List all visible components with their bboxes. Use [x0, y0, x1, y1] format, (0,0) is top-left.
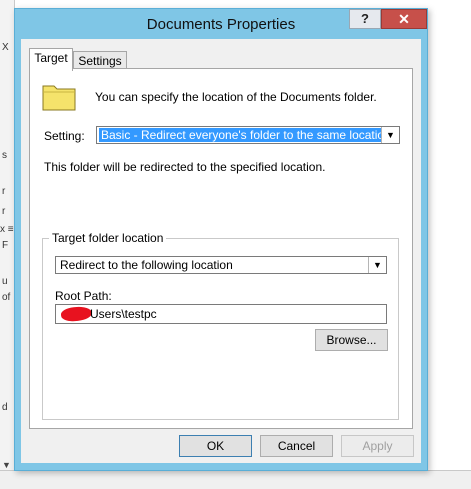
- cancel-button[interactable]: Cancel: [260, 435, 333, 457]
- tab-target[interactable]: Target: [29, 48, 73, 71]
- background-fragment: u: [2, 276, 8, 287]
- setting-label: Setting:: [44, 129, 85, 143]
- background-fragment: r: [2, 206, 6, 217]
- background-fragment: X: [2, 42, 9, 53]
- background-fragment: of: [2, 292, 11, 303]
- documents-properties-dialog: Documents Properties ? ✕ Target Settings…: [14, 8, 428, 471]
- root-path-label: Root Path:: [55, 289, 112, 303]
- help-button[interactable]: ?: [349, 9, 381, 29]
- apply-button[interactable]: Apply: [341, 435, 414, 457]
- target-tab-panel: You can specify the location of the Docu…: [29, 68, 413, 429]
- setting-dropdown[interactable]: Basic - Redirect everyone's folder to th…: [96, 126, 400, 144]
- group-title: Target folder location: [49, 231, 167, 245]
- root-path-value: Users\testpc: [90, 307, 157, 321]
- root-path-input[interactable]: Users\testpc: [55, 304, 387, 324]
- location-selected-value: Redirect to the following location: [60, 258, 233, 272]
- ok-button[interactable]: OK: [179, 435, 252, 457]
- background-fragment: s: [2, 150, 7, 161]
- background-window-bottom: [0, 470, 471, 489]
- location-dropdown[interactable]: Redirect to the following location ▼: [55, 256, 387, 274]
- background-fragment: x ≡: [0, 224, 14, 235]
- close-button[interactable]: ✕: [381, 9, 427, 29]
- browse-button[interactable]: Browse...: [315, 329, 388, 351]
- intro-text: You can specify the location of the Docu…: [95, 90, 377, 104]
- background-fragment: r: [2, 186, 6, 197]
- title-bar[interactable]: Documents Properties ? ✕: [15, 9, 427, 37]
- chevron-down-icon[interactable]: ▼: [368, 257, 386, 273]
- background-fragment: F: [2, 240, 9, 251]
- redaction-mark: [60, 305, 93, 323]
- setting-selected-value: Basic - Redirect everyone's folder to th…: [99, 128, 393, 142]
- background-fragment: d: [2, 402, 8, 413]
- redirect-description: This folder will be redirected to the sp…: [44, 160, 326, 174]
- dialog-client-area: Target Settings You can specify the loca…: [21, 39, 421, 463]
- chevron-down-icon[interactable]: ▼: [381, 127, 399, 143]
- folder-icon: [42, 85, 76, 111]
- target-folder-location-group: Target folder location Redirect to the f…: [42, 231, 399, 420]
